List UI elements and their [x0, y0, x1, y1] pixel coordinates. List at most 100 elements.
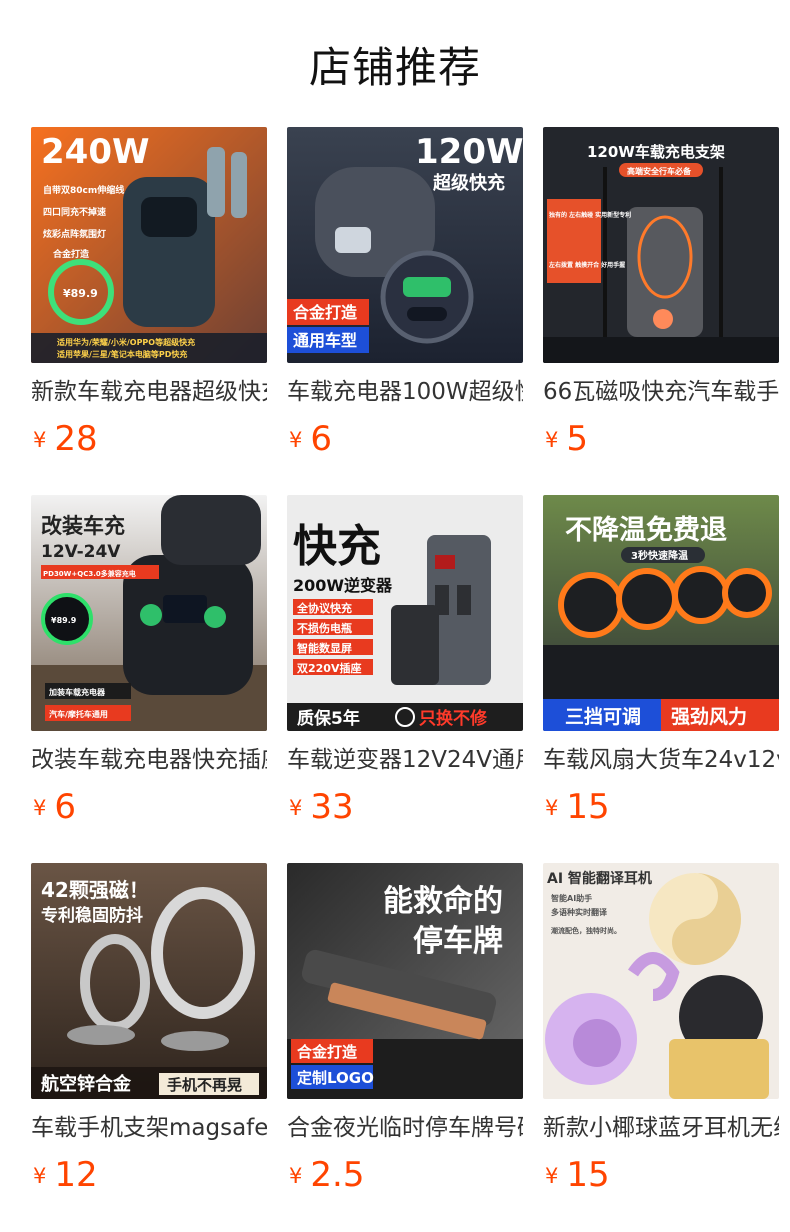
- thumb-line: 潮流配色，独特时尚。: [551, 926, 621, 935]
- thumb-headline: 停车牌: [413, 924, 503, 959]
- product-price: ¥15: [545, 785, 610, 829]
- thumb-label: 汽车/摩托车通用: [49, 709, 108, 719]
- product-card[interactable]: 120W车载充电支架 高端安全行车必备 独有的 左右触碰 实用新型专利 左右拨置…: [543, 127, 779, 467]
- product-price: ¥6: [33, 785, 76, 829]
- price-value: 6: [310, 419, 333, 459]
- product-image[interactable]: AI 智能翻译耳机 智能AI助手 多语种实时翻译 潮流配色，独特时尚。: [543, 863, 779, 1099]
- thumb-headline: 120W车载充电支架: [587, 143, 725, 161]
- product-price: ¥33: [289, 785, 354, 829]
- product-image[interactable]: 快充 200W逆变器 全协议快充 不损伤电瓶 智能数显屏 双220V插座 质保5…: [287, 495, 523, 731]
- product-image[interactable]: 能救命的 停车牌 合金打造 定制LOGO: [287, 863, 523, 1099]
- thumb-headline: 能救命的: [383, 884, 503, 919]
- product-card[interactable]: 改装车充 12V-24V PD30W+QC3.0多兼容充电 ¥89.9 加装车载…: [31, 495, 267, 835]
- thumb-sub: 12V-24V: [41, 542, 121, 562]
- product-card[interactable]: AI 智能翻译耳机 智能AI助手 多语种实时翻译 潮流配色，独特时尚。 新款小椰…: [543, 863, 779, 1203]
- product-card[interactable]: 能救命的 停车牌 合金打造 定制LOGO 合金夜光临时停车牌号码牌 ¥2.5: [287, 863, 523, 1203]
- currency-symbol: ¥: [33, 428, 47, 452]
- product-price: ¥2.5: [289, 1153, 364, 1197]
- thumb-headline: 42颗强磁！: [41, 878, 149, 902]
- thumb-headline: 240W: [41, 132, 149, 172]
- product-name[interactable]: 新款小椰球蓝牙耳机无线运动: [543, 1111, 779, 1145]
- thumb-headline: 120W: [415, 132, 523, 172]
- product-name[interactable]: 车载风扇大货车24v12v: [543, 743, 779, 777]
- thumb-badge: 强劲风力: [671, 705, 747, 728]
- section-title: 店铺推荐: [308, 43, 481, 92]
- thumb-badge: 合金打造: [293, 303, 358, 322]
- product-card[interactable]: 快充 200W逆变器 全协议快充 不损伤电瓶 智能数显屏 双220V插座 质保5…: [287, 495, 523, 835]
- price-value: 15: [566, 787, 610, 827]
- product-image[interactable]: 42颗强磁！ 专利稳固防抖 航空锌合金 手机不再晃: [31, 863, 267, 1099]
- thumb-footer: 只换不修: [419, 708, 488, 729]
- thumb-footer: 适用苹果/三星/笔记本电脑等PD快充: [57, 349, 187, 359]
- price-value: 28: [54, 419, 98, 459]
- thumb-sub: 3秒快速降温: [631, 549, 688, 562]
- product-name[interactable]: 车载充电器100W超级快充: [287, 375, 523, 409]
- product-image[interactable]: 120W 超级快充 合金打造 通用车型: [287, 127, 523, 363]
- thumb-tag: 合金打造: [53, 248, 90, 260]
- currency-symbol: ¥: [545, 796, 559, 820]
- product-name[interactable]: 66瓦磁吸快充汽车载手机支架: [543, 375, 779, 409]
- currency-symbol: ¥: [289, 1164, 303, 1188]
- product-name[interactable]: 新款车载充电器超级快充: [31, 375, 267, 409]
- thumb-tag: 炫彩点阵氛围灯: [43, 228, 106, 240]
- thumb-headline: 不降温免费退: [565, 515, 727, 546]
- price-value: 6: [54, 787, 77, 827]
- thumb-badge: 定制LOGO: [297, 1069, 374, 1087]
- thumb-tag: 不损伤电瓶: [297, 621, 352, 635]
- product-name[interactable]: 车载手机支架magsafe磁吸: [31, 1111, 267, 1145]
- product-image[interactable]: 不降温免费退 3秒快速降温 三挡可调 强劲风力: [543, 495, 779, 731]
- thumb-readout: ¥89.9: [51, 616, 77, 625]
- thumb-footer: 航空锌合金: [41, 1073, 132, 1095]
- product-card[interactable]: 42颗强磁！ 专利稳固防抖 航空锌合金 手机不再晃 车载手机支架magsafe磁…: [31, 863, 267, 1203]
- product-card[interactable]: 120W 超级快充 合金打造 通用车型 车载充电器100W超级快充 ¥6: [287, 127, 523, 467]
- product-name[interactable]: 合金夜光临时停车牌号码牌: [287, 1111, 523, 1145]
- product-image[interactable]: 240W 自带双80cm伸缩线 四口同充不掉速 炫彩点阵氛围灯 合金打造 ¥89…: [31, 127, 267, 363]
- currency-symbol: ¥: [289, 428, 303, 452]
- thumb-footer: 质保5年: [297, 708, 360, 729]
- thumb-footer: 适用华为/荣耀/小米/OPPO等超级快充: [57, 337, 195, 347]
- product-price: ¥5: [545, 417, 588, 461]
- thumb-sub: 超级快充: [433, 172, 505, 194]
- product-image[interactable]: 120W车载充电支架 高端安全行车必备 独有的 左右触碰 实用新型专利 左右拨置…: [543, 127, 779, 363]
- product-name[interactable]: 改装车载充电器快充插座: [31, 743, 267, 777]
- thumb-headline: 改装车充: [41, 514, 125, 538]
- thumb-badge: 通用车型: [293, 331, 357, 350]
- product-card[interactable]: 不降温免费退 3秒快速降温 三挡可调 强劲风力 车载风扇大货车24v12v ¥1…: [543, 495, 779, 835]
- thumb-sub: 200W逆变器: [293, 576, 393, 595]
- thumb-tag: 四口同充不掉速: [43, 206, 106, 218]
- thumb-sub: 高端安全行车必备: [627, 166, 692, 176]
- price-value: 5: [566, 419, 589, 459]
- price-value: 12: [54, 1155, 98, 1195]
- price-value: 33: [310, 787, 354, 827]
- currency-symbol: ¥: [33, 796, 47, 820]
- thumb-tag: 全协议快充: [296, 601, 352, 615]
- product-price: ¥6: [289, 417, 332, 461]
- product-price: ¥15: [545, 1153, 610, 1197]
- thumb-note: 独有的 左右触碰 实用新型专利: [548, 211, 631, 219]
- currency-symbol: ¥: [33, 1164, 47, 1188]
- currency-symbol: ¥: [545, 1164, 559, 1188]
- thumb-note: 左右拨置 触摸开合 好用手握: [548, 261, 625, 269]
- currency-symbol: ¥: [545, 428, 559, 452]
- thumb-sub: 专利稳固防抖: [41, 905, 143, 926]
- thumb-tag: 双220V插座: [297, 661, 361, 675]
- product-price: ¥12: [33, 1153, 98, 1197]
- product-name[interactable]: 车载逆变器12V24V通用转220V: [287, 743, 523, 777]
- thumb-label: 加装车载充电器: [48, 687, 106, 697]
- thumb-footer: 手机不再晃: [167, 1076, 242, 1094]
- product-price: ¥28: [33, 417, 98, 461]
- thumb-headline: AI 智能翻译耳机: [547, 870, 652, 887]
- thumb-tag: PD30W+QC3.0多兼容充电: [43, 569, 136, 578]
- currency-symbol: ¥: [289, 796, 303, 820]
- product-card[interactable]: 240W 自带双80cm伸缩线 四口同充不掉速 炫彩点阵氛围灯 合金打造 ¥89…: [31, 127, 267, 467]
- thumb-badge: 合金打造: [296, 1043, 357, 1061]
- thumb-tag: 智能数显屏: [297, 641, 352, 655]
- product-image[interactable]: 改装车充 12V-24V PD30W+QC3.0多兼容充电 ¥89.9 加装车载…: [31, 495, 267, 731]
- thumb-headline: 快充: [293, 521, 381, 572]
- thumb-tag: 自带双80cm伸缩线: [43, 184, 124, 196]
- thumb-badge: 三挡可调: [565, 706, 641, 728]
- price-value: 2.5: [310, 1155, 365, 1195]
- thumb-line: 多语种实时翻译: [551, 907, 608, 917]
- price-value: 15: [566, 1155, 610, 1195]
- thumb-readout: ¥89.9: [63, 287, 98, 300]
